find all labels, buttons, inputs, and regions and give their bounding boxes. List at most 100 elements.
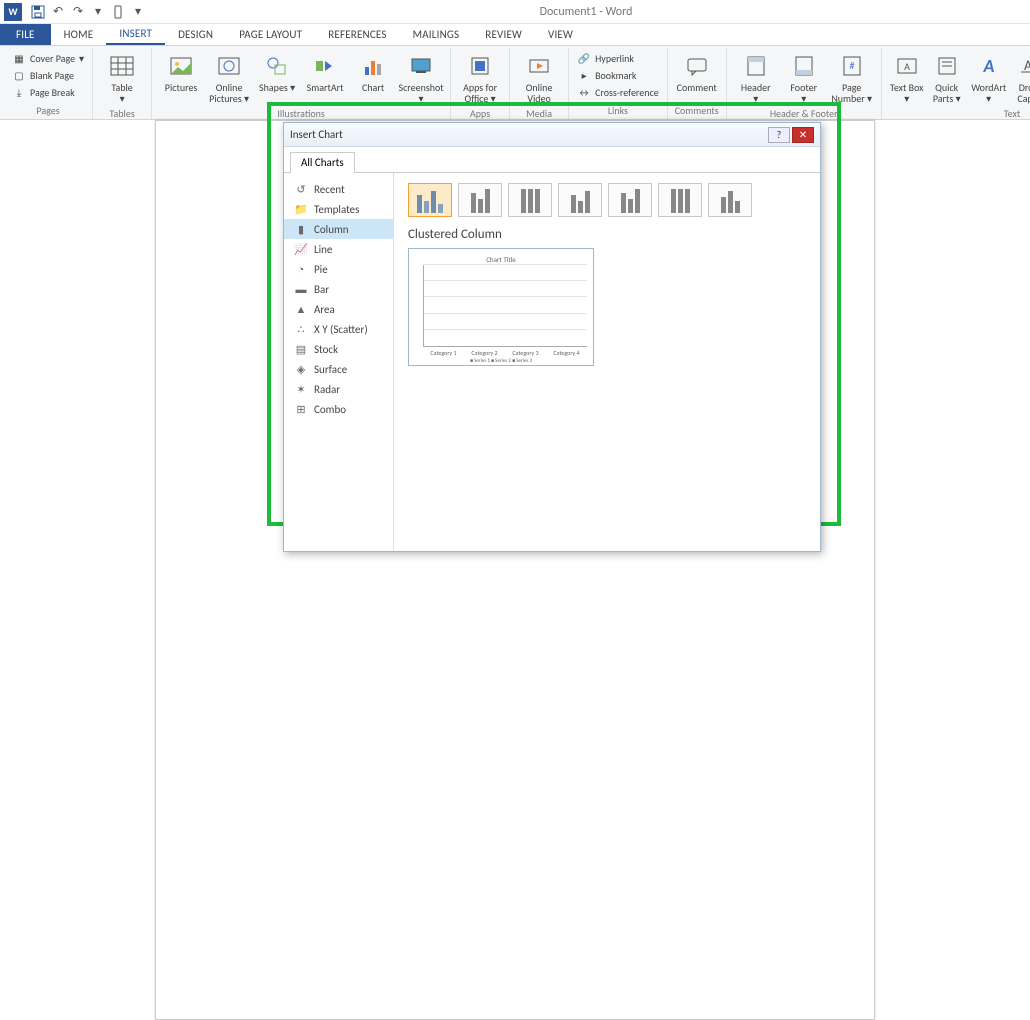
category-area[interactable]: ▲Area	[284, 299, 393, 319]
page-number-label: Page Number	[831, 81, 864, 105]
hyperlink-button[interactable]: 🔗Hyperlink	[575, 50, 661, 66]
group-pages-label: Pages	[10, 103, 86, 117]
chart-button[interactable]: Chart	[350, 50, 396, 106]
quick-parts-button[interactable]: Quick Parts ▾	[928, 50, 966, 106]
pictures-button[interactable]: Pictures	[158, 50, 204, 106]
dialog-title-bar[interactable]: Insert Chart ? ✕	[284, 123, 820, 147]
cross-reference-button[interactable]: ↔Cross-reference	[575, 84, 661, 100]
tab-home[interactable]: HOME	[51, 24, 107, 45]
quick-parts-icon	[933, 52, 961, 80]
page-break-label: Page Break	[30, 86, 75, 99]
page-number-button[interactable]: #Page Number ▾	[829, 50, 875, 106]
category-pie[interactable]: ◔Pie	[284, 259, 393, 279]
group-pages: ▦Cover Page ▾ ▢Blank Page ⤓Page Break Pa…	[4, 48, 93, 119]
chart-icon	[359, 52, 387, 80]
blank-page-label: Blank Page	[30, 69, 74, 82]
subtype-clustered-column[interactable]	[408, 183, 452, 217]
footer-button[interactable]: Footer▾	[781, 50, 827, 106]
group-links: 🔗Hyperlink ▸Bookmark ↔Cross-reference Li…	[569, 48, 668, 119]
table-icon	[108, 52, 136, 80]
recent-icon: ↺	[294, 182, 308, 196]
preview-bars	[424, 265, 587, 346]
subtype-3d-clustered-column[interactable]	[558, 183, 602, 217]
tab-references[interactable]: REFERENCES	[315, 24, 399, 45]
cover-page-icon: ▦	[12, 51, 26, 65]
save-icon[interactable]	[30, 4, 46, 20]
online-video-button[interactable]: Online Video	[516, 50, 562, 106]
drop-cap-label: Drop Cap	[1017, 81, 1030, 105]
shapes-button[interactable]: Shapes ▾	[254, 50, 300, 106]
category-templates[interactable]: 📁Templates	[284, 199, 393, 219]
category-recent[interactable]: ↺Recent	[284, 179, 393, 199]
bar-icon: ▬	[294, 282, 308, 296]
blank-page-button[interactable]: ▢Blank Page	[10, 67, 86, 83]
pictures-label: Pictures	[165, 82, 198, 93]
tab-design[interactable]: DESIGN	[165, 24, 226, 45]
category-line[interactable]: 📈Line	[284, 239, 393, 259]
drop-cap-button[interactable]: ADrop Cap ▾	[1012, 50, 1030, 106]
tab-file[interactable]: FILE	[0, 24, 51, 45]
subtype-stacked-column[interactable]	[458, 183, 502, 217]
ribbon-tabs: FILE HOME INSERT DESIGN PAGE LAYOUT REFE…	[0, 24, 1030, 46]
category-column[interactable]: ▮Column	[284, 219, 393, 239]
group-media-label: Media	[516, 106, 562, 120]
category-label: Pie	[314, 263, 328, 276]
smartart-button[interactable]: SmartArt	[302, 50, 348, 106]
comment-button[interactable]: Comment	[674, 50, 720, 103]
customize-qat-icon[interactable]: ▾	[90, 4, 106, 20]
page-break-button[interactable]: ⤓Page Break	[10, 84, 86, 100]
insert-chart-dialog: Insert Chart ? ✕ All Charts ↺Recent📁Temp…	[283, 122, 821, 552]
bookmark-button[interactable]: ▸Bookmark	[575, 67, 661, 83]
cover-page-button[interactable]: ▦Cover Page ▾	[10, 50, 86, 66]
category-stock[interactable]: ▤Stock	[284, 339, 393, 359]
ribbon: ▦Cover Page ▾ ▢Blank Page ⤓Page Break Pa…	[0, 46, 1030, 120]
subtype-3d-column[interactable]	[708, 183, 752, 217]
apps-for-office-button[interactable]: Apps for Office ▾	[457, 50, 503, 106]
shapes-label: Shapes	[259, 81, 288, 94]
chart-category-list: ↺Recent📁Templates▮Column📈Line◔Pie▬Bar▲Ar…	[284, 173, 394, 551]
header-button[interactable]: Header▾	[733, 50, 779, 106]
cover-page-label: Cover Page	[30, 52, 75, 65]
tab-page-layout[interactable]: PAGE LAYOUT	[226, 24, 315, 45]
svg-text:A: A	[904, 60, 910, 73]
dialog-close-button[interactable]: ✕	[792, 127, 814, 143]
category-label: Radar	[314, 383, 340, 396]
screenshot-label: Screenshot	[398, 81, 443, 94]
group-apps-label: Apps	[457, 106, 503, 120]
subtype-3d-stacked-column[interactable]	[608, 183, 652, 217]
subtype-3d-100-stacked-column[interactable]	[658, 183, 702, 217]
category-xy[interactable]: ∴X Y (Scatter)	[284, 319, 393, 339]
tab-view[interactable]: VIEW	[535, 24, 586, 45]
category-combo[interactable]: ⊞Combo	[284, 399, 393, 419]
undo-icon[interactable]: ↶	[50, 4, 66, 20]
category-bar[interactable]: ▬Bar	[284, 279, 393, 299]
redo-icon[interactable]: ↷	[70, 4, 86, 20]
subtype-100-stacked-column[interactable]	[508, 183, 552, 217]
group-text: AText Box ▾ Quick Parts ▾ AWordArt▾ ADro…	[882, 48, 1030, 119]
table-button[interactable]: Table▾	[99, 50, 145, 106]
tab-all-charts[interactable]: All Charts	[290, 152, 355, 173]
svg-text:A: A	[982, 55, 994, 77]
wordart-button[interactable]: AWordArt▾	[968, 50, 1010, 106]
online-pictures-button[interactable]: Online Pictures ▾	[206, 50, 252, 106]
dialog-help-button[interactable]: ?	[768, 127, 790, 143]
word-app-icon: W	[4, 3, 22, 21]
category-radar[interactable]: ✶Radar	[284, 379, 393, 399]
category-surface[interactable]: ◈Surface	[284, 359, 393, 379]
page-number-icon: #	[838, 52, 866, 80]
text-box-icon: A	[893, 52, 921, 80]
customize-icon[interactable]: ▾	[130, 4, 146, 20]
tab-insert[interactable]: INSERT	[106, 24, 165, 45]
category-label: Combo	[314, 403, 346, 416]
chart-subtype-panel: Clustered Column Chart Title Category 1C…	[394, 173, 820, 551]
chart-preview[interactable]: Chart Title Category 1Category 2Category…	[408, 248, 594, 366]
templates-icon: 📁	[294, 202, 308, 216]
tab-review[interactable]: REVIEW	[472, 24, 535, 45]
chart-subtypes	[408, 183, 806, 217]
cross-ref-icon: ↔	[577, 85, 591, 99]
text-box-button[interactable]: AText Box ▾	[888, 50, 926, 106]
touch-mode-icon[interactable]	[110, 4, 126, 20]
screenshot-button[interactable]: Screenshot▾	[398, 50, 444, 106]
tab-mailings[interactable]: MAILINGS	[400, 24, 473, 45]
header-label: Header	[741, 81, 771, 94]
